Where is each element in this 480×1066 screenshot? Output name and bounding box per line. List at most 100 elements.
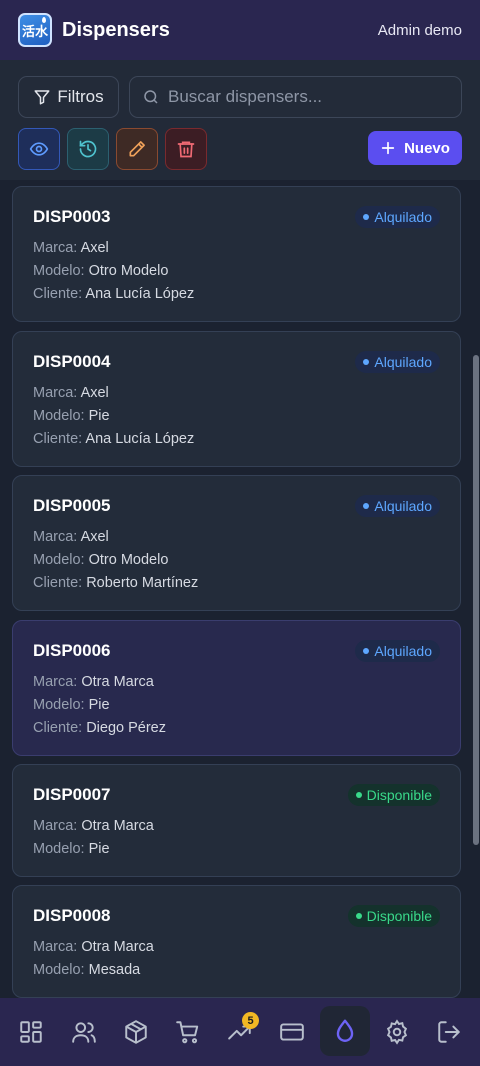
status-badge: Alquilado	[355, 640, 440, 662]
dispenser-card[interactable]: DISP0004 Alquilado Marca: Axel Modelo: P…	[12, 331, 461, 467]
status-dot-icon	[363, 648, 370, 654]
model-value: Otro Modelo	[88, 263, 169, 279]
model-field: Modelo: Pie	[33, 697, 110, 713]
brand-field: Marca: Axel	[33, 529, 109, 545]
model-value: Pie	[88, 697, 110, 713]
notification-badge: 5	[242, 1012, 259, 1029]
edit-button[interactable]	[116, 128, 158, 170]
model-field: Modelo: Pie	[33, 408, 110, 424]
logout-icon	[436, 1019, 462, 1045]
brand-value: Axel	[80, 240, 109, 256]
filters-label: Filtros	[57, 87, 104, 106]
dispenser-card[interactable]: DISP0003 Alquilado Marca: Axel Modelo: O…	[12, 186, 461, 322]
status-badge: Alquilado	[355, 206, 440, 228]
nav-settings[interactable]	[373, 1008, 421, 1056]
page-title: Dispensers	[62, 18, 170, 41]
new-dispenser-button[interactable]: Nuevo	[368, 131, 462, 165]
plus-icon	[380, 140, 396, 156]
status-badge: Alquilado	[355, 351, 440, 373]
view-button[interactable]	[18, 128, 60, 170]
status-label: Disponible	[366, 787, 432, 803]
search-box[interactable]	[129, 76, 462, 118]
status-badge: Disponible	[347, 784, 440, 806]
users-icon	[71, 1019, 97, 1045]
model-value: Pie	[88, 408, 110, 424]
history-icon	[78, 139, 98, 159]
nav-dispensers[interactable]	[320, 1006, 370, 1056]
brand-value: Axel	[80, 385, 109, 401]
user-menu[interactable]: Admin demo	[378, 22, 462, 39]
nav-reports[interactable]: 5	[216, 1008, 264, 1056]
status-badge: Disponible	[347, 905, 440, 927]
filter-icon	[33, 88, 51, 106]
nav-dashboard[interactable]	[7, 1008, 55, 1056]
model-field: Modelo: Otro Modelo	[33, 552, 169, 568]
dispenser-card-selected[interactable]: DISP0006 Alquilado Marca: Otra Marca Mod…	[12, 620, 461, 756]
dispenser-list: DISP0003 Alquilado Marca: Axel Modelo: O…	[0, 180, 480, 998]
brand-field: Marca: Otra Marca	[33, 674, 154, 690]
status-label: Alquilado	[374, 498, 432, 514]
status-label: Alquilado	[374, 643, 432, 659]
app-header: 活水 Dispensers Admin demo	[0, 0, 480, 60]
logo-text: 活水	[21, 24, 48, 40]
search-icon	[142, 88, 160, 106]
client-field: Cliente: Ana Lucía López	[33, 431, 195, 447]
dispenser-code: DISP0007	[33, 785, 111, 804]
brand-value: Otra Marca	[81, 674, 154, 690]
dispenser-card[interactable]: DISP0005 Alquilado Marca: Axel Modelo: O…	[12, 475, 461, 611]
search-input[interactable]	[168, 87, 448, 107]
brand-field: Marca: Axel	[33, 385, 109, 401]
status-label: Alquilado	[374, 354, 432, 370]
dispenser-card[interactable]: DISP0008 Disponible Marca: Otra Marca Mo…	[12, 885, 461, 998]
nav-sales[interactable]	[164, 1008, 212, 1056]
nav-payments[interactable]	[268, 1008, 316, 1056]
nav-products[interactable]	[112, 1008, 160, 1056]
model-field: Modelo: Mesada	[33, 962, 141, 978]
delete-button[interactable]	[165, 128, 207, 170]
filters-button[interactable]: Filtros	[18, 76, 119, 118]
client-value: Ana Lucía López	[85, 286, 195, 302]
dispenser-code: DISP0006	[33, 641, 111, 660]
history-button[interactable]	[67, 128, 109, 170]
dashboard-icon	[18, 1019, 44, 1045]
dispenser-code: DISP0004	[33, 352, 111, 371]
brand-value: Otra Marca	[81, 818, 154, 834]
nav-clients[interactable]	[60, 1008, 108, 1056]
brand-field: Marca: Otra Marca	[33, 939, 154, 955]
model-value: Pie	[88, 841, 110, 857]
status-dot-icon	[355, 913, 362, 919]
logo-drop-icon	[42, 17, 46, 23]
model-value: Mesada	[88, 962, 141, 978]
package-icon	[123, 1019, 149, 1045]
status-badge: Alquilado	[355, 495, 440, 517]
toolbar: Filtros Nuevo	[0, 60, 480, 180]
droplet-icon	[332, 1018, 358, 1044]
new-label: Nuevo	[404, 139, 450, 157]
model-field: Modelo: Otro Modelo	[33, 263, 169, 279]
brand-field: Marca: Otra Marca	[33, 818, 154, 834]
eye-icon	[29, 139, 49, 159]
client-field: Cliente: Roberto Martínez	[33, 575, 199, 591]
dispenser-code: DISP0003	[33, 207, 111, 226]
client-value: Roberto Martínez	[86, 575, 199, 591]
nav-logout[interactable]	[425, 1008, 473, 1056]
settings-icon	[384, 1019, 410, 1045]
model-field: Modelo: Pie	[33, 841, 110, 857]
trash-icon	[176, 139, 196, 159]
client-field: Cliente: Diego Pérez	[33, 720, 166, 736]
status-label: Disponible	[366, 908, 432, 924]
status-dot-icon	[363, 214, 370, 220]
status-dot-icon	[363, 359, 370, 365]
client-value: Ana Lucía López	[85, 431, 195, 447]
brand-value: Otra Marca	[81, 939, 154, 955]
status-dot-icon	[355, 792, 362, 798]
app-logo: 活水	[18, 13, 52, 47]
bottom-nav: 5	[0, 998, 480, 1066]
client-field: Cliente: Ana Lucía López	[33, 286, 195, 302]
dispenser-card[interactable]: DISP0007 Disponible Marca: Otra Marca Mo…	[12, 764, 461, 877]
brand-value: Axel	[80, 529, 109, 545]
card-icon	[279, 1019, 305, 1045]
client-value: Diego Pérez	[86, 720, 166, 736]
status-label: Alquilado	[374, 209, 432, 225]
scrollbar-thumb[interactable]	[473, 355, 479, 845]
